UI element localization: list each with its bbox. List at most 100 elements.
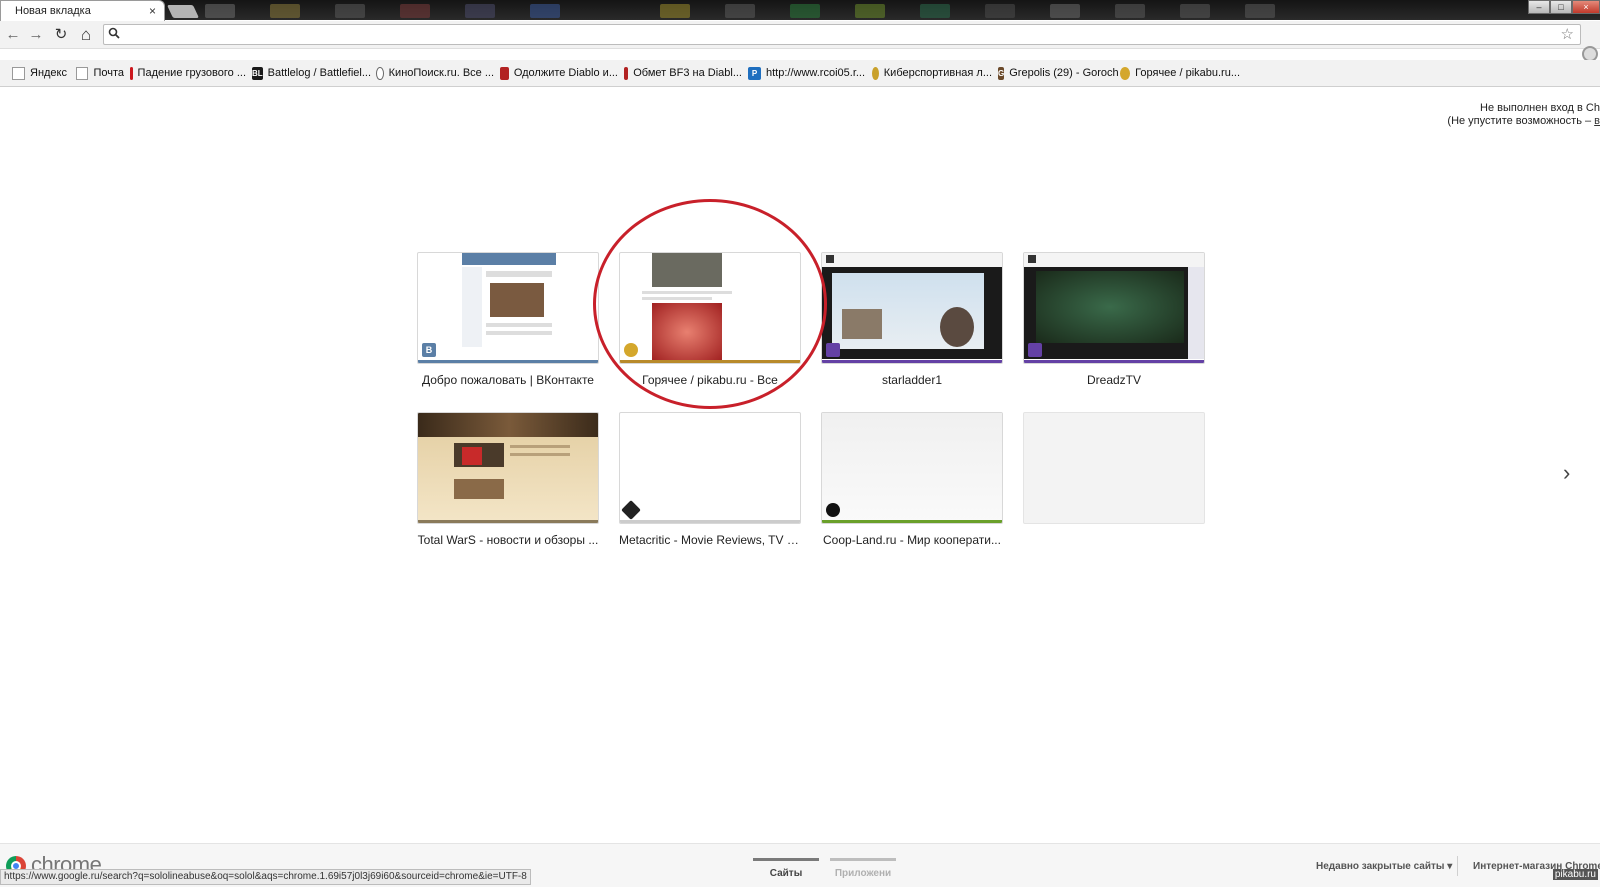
bookmark-item[interactable]: Обмет BF3 на Diabl... bbox=[624, 63, 748, 83]
grepolis-icon: G bbox=[998, 66, 1005, 80]
thumbnail-shape bbox=[652, 253, 722, 287]
tab-indicator bbox=[830, 858, 896, 861]
thumbnail-shape bbox=[486, 331, 552, 335]
cybersport-icon bbox=[872, 66, 879, 80]
next-page-arrow-icon[interactable]: › bbox=[1563, 460, 1570, 486]
address-input[interactable] bbox=[126, 26, 1526, 43]
bookmark-label: Grepolis (29) - Goroch bbox=[1009, 67, 1119, 79]
window-controls: – □ × bbox=[1528, 0, 1600, 14]
thumbnail-shape bbox=[418, 413, 598, 437]
toolbar: ← → ↻ ⌂ ☆ bbox=[0, 21, 1600, 62]
background-tab bbox=[790, 4, 820, 18]
signin-link[interactable]: в bbox=[1594, 115, 1600, 127]
thumbnail-shape bbox=[652, 303, 722, 361]
thumbnail-shape bbox=[418, 437, 598, 523]
tile-color-bar bbox=[418, 520, 598, 523]
thumbnail-shape bbox=[1188, 267, 1204, 359]
thumbnail-shape bbox=[1024, 253, 1204, 267]
most-visited-tile[interactable]: В Добро пожаловать | ВКонтакте bbox=[417, 252, 599, 387]
thumbnail-shape bbox=[454, 479, 504, 499]
bookmarks-bar: Яндекс Почта Падение грузового ... BL Battle… bbox=[0, 60, 1600, 87]
empty-tile bbox=[1023, 412, 1205, 533]
background-tab bbox=[1050, 4, 1080, 18]
bookmark-item[interactable]: Почта bbox=[76, 63, 130, 83]
most-visited-tile[interactable]: Горячее / pikabu.ru - Все bbox=[619, 252, 801, 387]
tile-title: Coop-Land.ru - Мир кооперати... bbox=[823, 533, 1001, 547]
thumbnail-shape bbox=[510, 445, 570, 448]
bookmark-item[interactable]: Падение грузового ... bbox=[130, 63, 252, 83]
background-tab bbox=[920, 4, 950, 18]
thumbnail-shape bbox=[462, 447, 482, 465]
tab-close-icon[interactable]: × bbox=[149, 4, 156, 18]
pikabu-icon bbox=[1120, 66, 1131, 80]
thumbnail-shape bbox=[842, 309, 882, 339]
close-window-button[interactable]: × bbox=[1572, 0, 1600, 14]
signin-promo: Не выполнен вход в Ch (Не упустите возмо… bbox=[1447, 102, 1600, 128]
tile-thumbnail bbox=[821, 412, 1003, 524]
bookmark-star-icon[interactable]: ☆ bbox=[1561, 25, 1574, 43]
page-icon bbox=[76, 66, 89, 80]
tile-title: DreadzTV bbox=[1086, 373, 1142, 387]
p-icon: P bbox=[748, 66, 761, 80]
bookmark-label: Обмет BF3 на Diabl... bbox=[633, 67, 742, 79]
recently-closed-menu[interactable]: Недавно закрытые сайты ▾ bbox=[1316, 861, 1452, 872]
tab-title: Новая вкладка bbox=[15, 5, 91, 17]
forward-icon[interactable]: → bbox=[26, 25, 46, 45]
tile-color-bar bbox=[620, 520, 800, 523]
bookmark-label: http://www.rcoi05.r... bbox=[766, 67, 866, 79]
tile-color-bar bbox=[1024, 360, 1204, 363]
most-visited-tile[interactable]: DreadzTV bbox=[1023, 252, 1205, 387]
omnibox[interactable]: ☆ bbox=[103, 24, 1581, 45]
most-visited-tile[interactable]: Coop-Land.ru - Мир кооперати... bbox=[821, 412, 1003, 547]
background-tab bbox=[1245, 4, 1275, 18]
diablo-icon bbox=[624, 66, 629, 80]
metacritic-icon bbox=[621, 500, 641, 520]
background-tab bbox=[530, 4, 560, 18]
footer-tab-sites[interactable]: Сайты bbox=[753, 848, 819, 879]
tab-new-tab[interactable]: Новая вкладка × bbox=[0, 0, 165, 22]
footer-tab-label: Сайты bbox=[769, 868, 803, 879]
back-icon[interactable]: ← bbox=[3, 25, 23, 45]
maximize-button[interactable]: □ bbox=[1550, 0, 1572, 14]
most-visited-tile[interactable]: Total WarS - новости и обзоры ... bbox=[417, 412, 599, 547]
coopland-icon bbox=[826, 503, 840, 517]
background-tab bbox=[270, 4, 300, 18]
bookmark-item[interactable]: КиноПоиск.ru. Все ... bbox=[376, 63, 500, 83]
thumbnail-shape bbox=[940, 307, 974, 347]
reload-icon[interactable]: ↻ bbox=[51, 25, 71, 45]
tile-thumbnail: В bbox=[417, 252, 599, 364]
bookmark-item[interactable]: Одолжите Diablo и... bbox=[500, 63, 624, 83]
bookmark-label: Battlelog / Battlefiel... bbox=[267, 67, 372, 79]
bookmark-item[interactable]: G Grepolis (29) - Goroch bbox=[998, 63, 1120, 83]
bookmark-item[interactable]: Киберспортивная л... bbox=[872, 63, 998, 83]
new-tab-button[interactable] bbox=[166, 5, 200, 18]
search-icon bbox=[108, 27, 120, 42]
bookmark-item[interactable]: BL Battlelog / Battlefiel... bbox=[252, 63, 376, 83]
bookmark-item[interactable]: Горячее / pikabu.ru... bbox=[1120, 63, 1246, 83]
bookmark-label: Горячее / pikabu.ru... bbox=[1135, 67, 1240, 79]
thumbnail-shape bbox=[462, 253, 556, 265]
most-visited-tile[interactable]: starladder1 bbox=[821, 252, 1003, 387]
most-visited-tile[interactable]: Metacritic - Movie Reviews, TV R... bbox=[619, 412, 801, 547]
tile-title: Metacritic - Movie Reviews, TV R... bbox=[619, 533, 801, 547]
thumbnail-shape bbox=[642, 291, 732, 294]
background-tab bbox=[1180, 4, 1210, 18]
bookmark-label: КиноПоиск.ru. Все ... bbox=[388, 67, 494, 79]
thumbnail-shape bbox=[490, 283, 544, 317]
bookmark-item[interactable]: Яндекс bbox=[12, 63, 76, 83]
home-icon[interactable]: ⌂ bbox=[76, 25, 96, 45]
tab-strip: Новая вкладка × – □ × bbox=[0, 0, 1600, 22]
tile-title: Добро пожаловать | ВКонтакте bbox=[422, 373, 594, 387]
bookmark-label: Почта bbox=[93, 67, 124, 79]
background-tab bbox=[985, 4, 1015, 18]
tile-thumbnail bbox=[619, 412, 801, 524]
bookmark-item[interactable]: Phttp://www.rcoi05.r... bbox=[748, 63, 872, 83]
minimize-button[interactable]: – bbox=[1528, 0, 1550, 14]
tile-color-bar bbox=[620, 360, 800, 363]
background-tab bbox=[400, 4, 430, 18]
background-tab bbox=[465, 4, 495, 18]
twitch-icon bbox=[826, 343, 840, 357]
bookmark-label: Киберспортивная л... bbox=[883, 67, 992, 79]
chrome-window: Новая вкладка × – □ × ← → ↻ ⌂ ☆ Яндекс По… bbox=[0, 0, 1600, 887]
footer-tab-apps[interactable]: Приложени bbox=[830, 848, 896, 879]
